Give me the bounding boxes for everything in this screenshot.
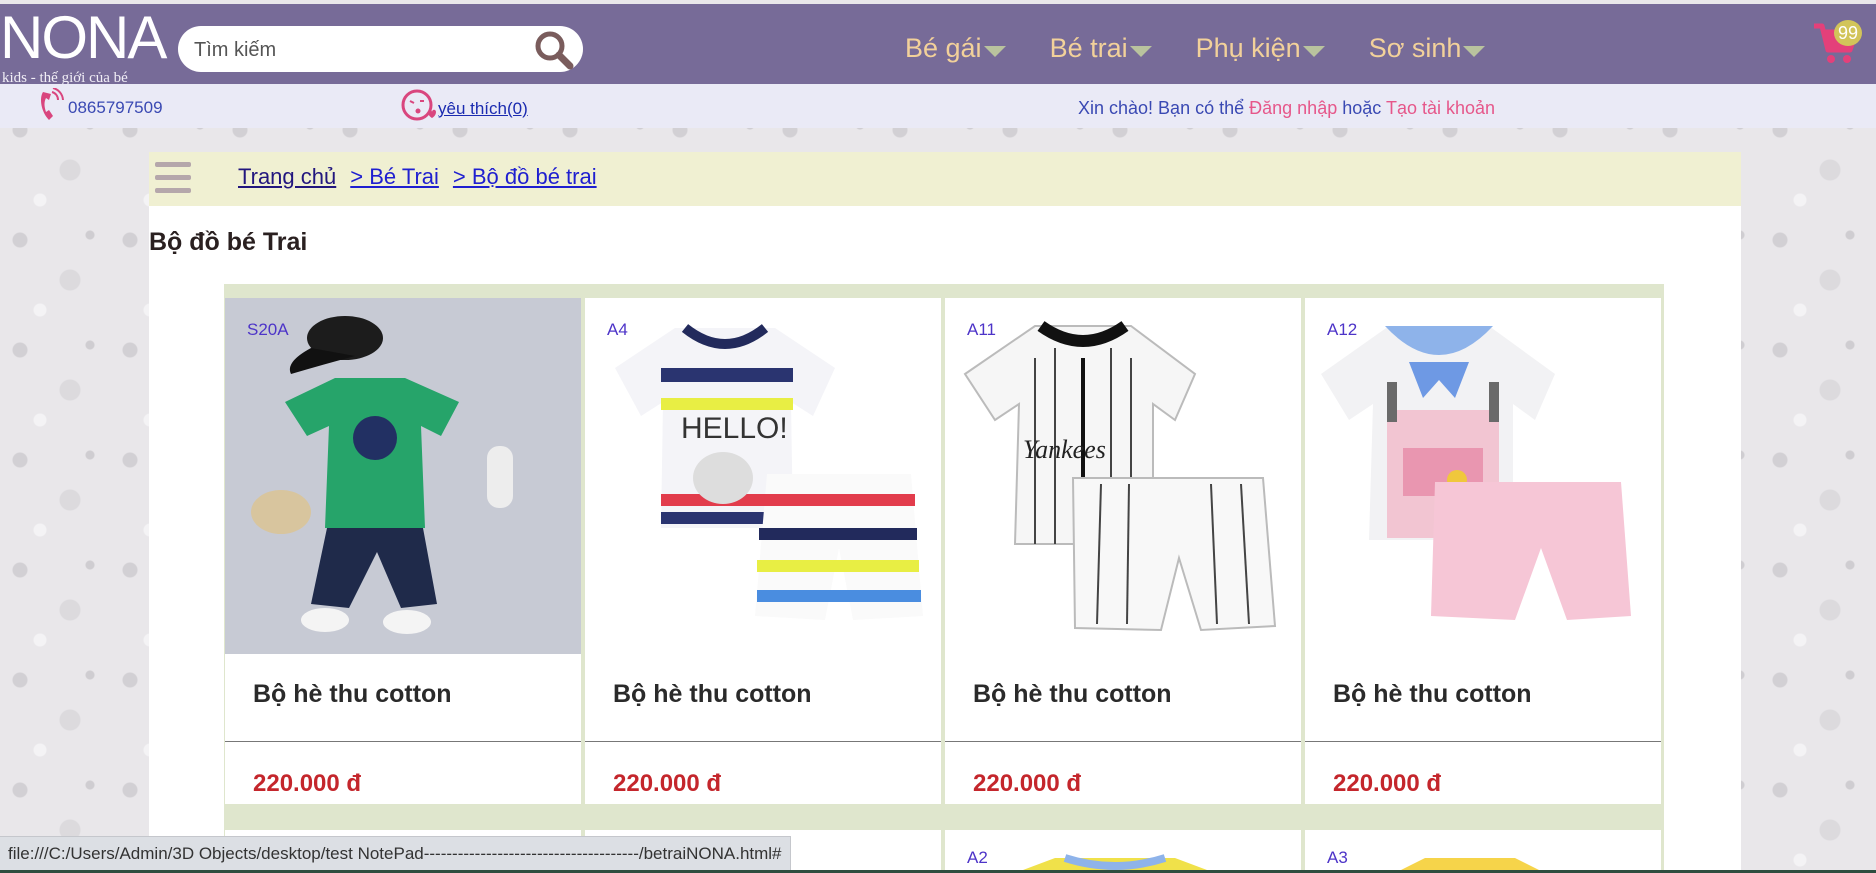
register-link[interactable]: Tạo tài khoản xyxy=(1386,98,1495,118)
product-name: Bộ hè thu cotton xyxy=(253,680,452,708)
breadcrumb-home[interactable]: Trang chủ xyxy=(238,164,336,190)
phone-number: 0865797509 xyxy=(68,98,163,117)
product-card[interactable]: HELLO! A4 Bộ hè thu cotton 220.000 đ xyxy=(585,298,941,804)
kiss-face-icon xyxy=(401,89,436,121)
dropdown-arrow-icon xyxy=(983,45,1006,57)
search-box xyxy=(178,26,583,72)
breadcrumb-bo-do-be-trai[interactable]: > Bộ đồ bé trai xyxy=(453,164,597,190)
svg-text:HELLO!: HELLO! xyxy=(681,412,788,445)
cart-count-badge: 99 xyxy=(1834,20,1862,46)
info-bar: 0865797509 yêu thích(0) Xin chào! Bạn có… xyxy=(0,84,1876,128)
breadcrumb-bar: Trang chủ > Bé Trai > Bộ đồ bé trai xyxy=(149,152,1741,206)
product-code: A12 xyxy=(1327,320,1358,339)
svg-text:Yankees: Yankees xyxy=(1023,435,1106,464)
product-code: A2 xyxy=(967,848,988,867)
product-price: 220.000 đ xyxy=(973,770,1082,797)
product-image: Yankees A11 xyxy=(945,298,1301,654)
product-name: Bộ hè thu cotton xyxy=(1333,680,1532,708)
breadcrumb-be-trai[interactable]: > Bé Trai xyxy=(350,164,439,190)
product-card[interactable]: A2 xyxy=(945,830,1301,873)
brand-logo[interactable]: NONA kids - thế giới của bé xyxy=(0,6,170,88)
category-title: Bộ đồ bé Trai xyxy=(149,228,308,256)
divider xyxy=(1305,741,1661,742)
divider xyxy=(585,741,941,742)
outfit-illustration xyxy=(1395,858,1545,873)
product-image: A12 xyxy=(1305,298,1661,654)
product-name: Bộ hè thu cotton xyxy=(613,680,812,708)
nav-label: Bé gái xyxy=(905,32,982,63)
or-text: hoặc xyxy=(1342,98,1382,118)
nav-item-so-sinh[interactable]: Sơ sinh xyxy=(1369,28,1486,68)
product-card[interactable]: S20A Bộ hè thu cotton 220.000 đ xyxy=(225,298,581,804)
greeting-text: Xin chào! Bạn có thể xyxy=(1078,98,1245,118)
product-code: A11 xyxy=(967,320,996,339)
product-price: 220.000 đ xyxy=(253,770,362,797)
outfit-illustration xyxy=(1015,854,1215,873)
product-card[interactable]: Yankees A11 Bộ hè thu cotton 220.000 đ xyxy=(945,298,1301,804)
search-button[interactable] xyxy=(532,30,576,70)
dropdown-arrow-icon xyxy=(1463,45,1486,57)
product-code: S20A xyxy=(247,320,289,339)
nav-item-be-trai[interactable]: Bé trai xyxy=(1050,28,1152,68)
dropdown-arrow-icon xyxy=(1129,45,1152,57)
product-grid: S20A Bộ hè thu cotton 220.000 đ HELLO! A… xyxy=(224,284,1664,873)
outfit-illustration xyxy=(225,298,581,654)
nav-label: Phụ kiện xyxy=(1195,32,1301,63)
product-price: 220.000 đ xyxy=(1333,770,1442,797)
browser-status-url: file:///C:/Users/Admin/3D Objects/deskto… xyxy=(0,836,791,872)
brand-name: NONA xyxy=(0,4,167,71)
dropdown-arrow-icon xyxy=(1302,45,1325,57)
divider xyxy=(945,741,1301,742)
hamburger-menu-icon[interactable] xyxy=(155,162,191,196)
nav-label: Sơ sinh xyxy=(1368,32,1462,63)
outfit-illustration xyxy=(1305,298,1661,654)
account-greeting: Xin chào! Bạn có thể Đăng nhập hoặc Tạo … xyxy=(1078,98,1495,119)
product-image: HELLO! A4 xyxy=(585,298,941,654)
cart-button[interactable]: 99 xyxy=(1812,20,1862,66)
product-price: 220.000 đ xyxy=(613,770,722,797)
login-link[interactable]: Đăng nhập xyxy=(1249,98,1337,118)
outfit-illustration: Yankees xyxy=(945,298,1301,654)
main-nav: Bé gái Bé trai Phụ kiện Sơ sinh xyxy=(905,28,1529,68)
product-code: A4 xyxy=(607,320,628,339)
product-card[interactable]: A12 Bộ hè thu cotton 220.000 đ xyxy=(1305,298,1661,804)
product-name: Bộ hè thu cotton xyxy=(973,680,1172,708)
search-input[interactable] xyxy=(192,34,516,66)
divider xyxy=(225,741,581,742)
favorites-link[interactable]: yêu thích(0) xyxy=(400,84,528,128)
header-bar: NONA kids - thế giới của bé Bé gái Bé tr… xyxy=(0,4,1876,86)
nav-item-phu-kien[interactable]: Phụ kiện xyxy=(1196,28,1325,68)
main-content: Trang chủ > Bé Trai > Bộ đồ bé trai Bộ đ… xyxy=(149,152,1741,873)
breadcrumb: Trang chủ > Bé Trai > Bộ đồ bé trai xyxy=(238,164,611,190)
nav-item-be-gai[interactable]: Bé gái xyxy=(905,28,1006,68)
outfit-illustration: HELLO! xyxy=(585,298,941,654)
favorites-label: yêu thích(0) xyxy=(438,99,528,118)
phone-contact[interactable]: 0865797509 xyxy=(38,84,163,128)
phone-icon xyxy=(41,88,64,120)
product-card[interactable]: A3 xyxy=(1305,830,1661,873)
product-code: A3 xyxy=(1327,848,1348,867)
product-image: S20A xyxy=(225,298,581,654)
nav-label: Bé trai xyxy=(1049,32,1128,63)
search-icon xyxy=(535,31,574,70)
